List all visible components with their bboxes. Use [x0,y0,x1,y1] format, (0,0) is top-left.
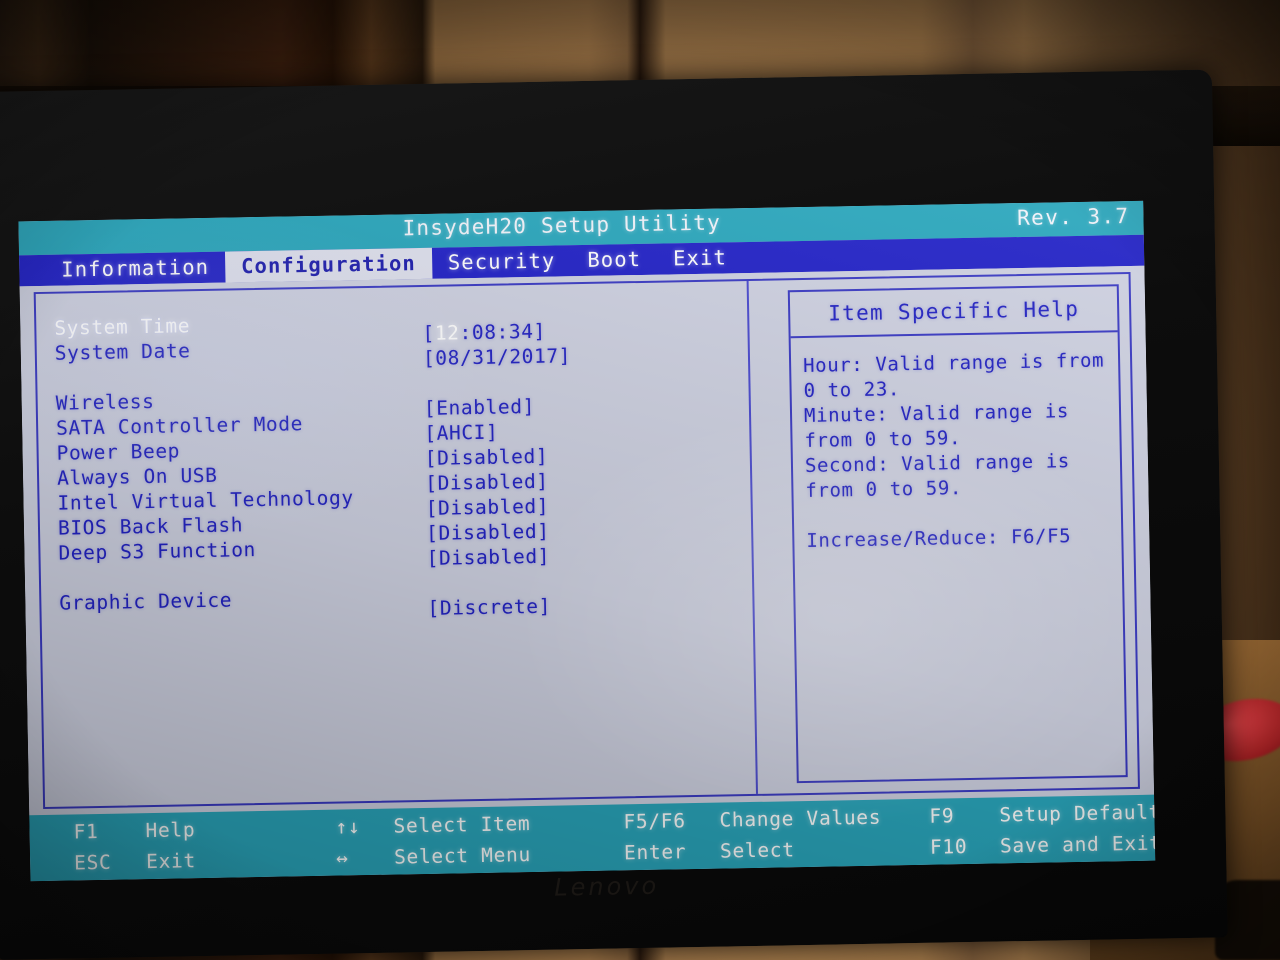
bios-body: System Time System Date Wireless SATA Cont… [19,265,1155,816]
content-frame: System Time System Date Wireless SATA Cont… [33,271,1140,809]
menu-item-information[interactable]: Information [45,252,225,286]
laptop-screen: InsydeH20 Setup Utility Rev. 3.7 Informa… [18,200,1156,882]
panel-divider [746,280,758,794]
key-legend-action: Setup Default [999,800,1156,827]
help-panel-title: Item Specific Help [789,286,1118,339]
selected-field[interactable]: 12 [435,321,460,344]
settings-panel: System Time System Date Wireless SATA Cont… [50,303,740,620]
key-legend-key: ↑↓ [335,815,361,839]
help-panel-body: Hour: Valid range is from 0 to 23. Minute… [791,332,1122,554]
menu-item-configuration[interactable]: Configuration [224,247,433,283]
key-legend-action: Exit [145,849,197,874]
app-title: InsydeH20 Setup Utility [402,210,722,241]
brand-logo: Lenovo [553,871,660,902]
setting-value[interactable]: [Discrete] [427,590,727,620]
bios-setup-utility: InsydeH20 Setup Utility Rev. 3.7 Informa… [18,200,1156,882]
key-legend-action: Save and Exit [999,831,1156,858]
help-line: Increase/Reduce: F6/F5 [806,525,1072,552]
menu-item-security[interactable]: Security [432,245,572,279]
menu-item-exit[interactable]: Exit [657,242,743,275]
key-legend-action: Select [719,838,795,863]
key-legend-action: Select Item [393,812,531,838]
key-legend-key: F10 [929,835,968,859]
settings-label-column: System Time System Date Wireless SATA Cont… [54,309,439,616]
menu-item-boot[interactable]: Boot [571,244,657,277]
key-legend-key: F1 [73,819,99,844]
key-legend-action: Select Menu [393,843,532,869]
key-legend-key: ESC [73,850,112,875]
settings-value-column: [12:08:34] [08/31/2017] [Enabled] [AHCI] [D… [422,315,727,620]
key-legend-key: F5/F6 [623,809,686,834]
key-legend-key: Enter [623,840,687,865]
key-legend-action: Change Values [719,805,882,832]
key-legend-key: F9 [929,804,955,828]
key-legend-action: Help [145,818,196,843]
revision-label: Rev. 3.7 [1016,203,1130,231]
laptop: Lenovo InsydeH20 Setup Utility Rev. 3.7 … [0,69,1228,960]
key-legend-key: ↔ [335,846,349,870]
item-specific-help-panel: Item Specific Help Hour: Valid range is … [787,284,1128,784]
